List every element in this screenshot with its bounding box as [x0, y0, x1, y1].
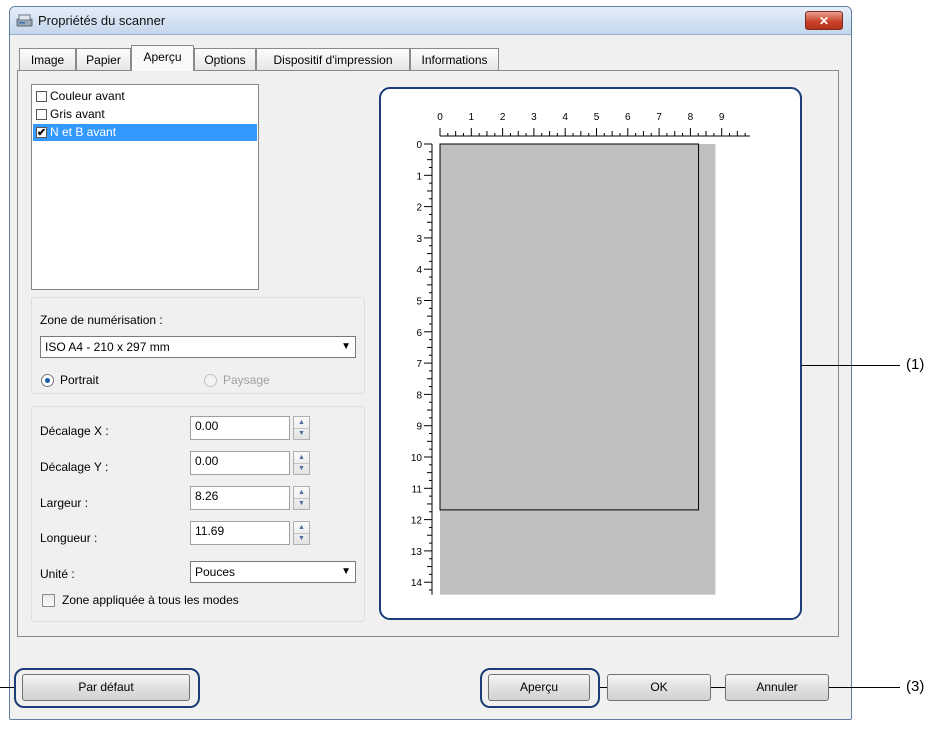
arrow-down-icon: ▼	[298, 535, 305, 542]
v-ruler-label: 4	[416, 265, 422, 276]
width-input[interactable]: 8.26	[190, 486, 290, 510]
scan-mode-list[interactable]: Couleur avant Gris avant ✔ N et B avant	[31, 84, 259, 290]
h-ruler-label: 0	[437, 112, 443, 123]
list-item-n-et-b-avant[interactable]: ✔ N et B avant	[33, 124, 257, 141]
v-ruler-label: 13	[411, 547, 423, 558]
window-title: Propriétés du scanner	[38, 13, 166, 28]
scan-area-group: Zone de numérisation : ISO A4 - 210 x 29…	[31, 297, 365, 394]
offset-x-stepper[interactable]: ▲ ▼	[293, 416, 310, 440]
close-button[interactable]: ✕	[805, 11, 843, 30]
v-ruler-label: 1	[416, 171, 422, 182]
apply-all-checkbox[interactable]	[42, 594, 55, 607]
h-ruler-label: 5	[594, 112, 600, 123]
v-ruler-label: 5	[416, 297, 422, 308]
arrow-down-icon: ▼	[298, 500, 305, 507]
h-ruler-label: 8	[688, 112, 694, 123]
width-stepper[interactable]: ▲ ▼	[293, 486, 310, 510]
offset-y-stepper[interactable]: ▲ ▼	[293, 451, 310, 475]
dropdown-arrow-icon: ▼	[341, 566, 351, 577]
offset-y-input[interactable]: 0.00	[190, 451, 290, 475]
checkbox[interactable]	[36, 109, 47, 120]
h-ruler-label: 7	[656, 112, 662, 123]
tab-dispositif-impression[interactable]: Dispositif d'impression	[256, 48, 410, 70]
v-ruler-label: 14	[411, 578, 423, 589]
paper-area	[440, 144, 716, 595]
offset-y-label: Décalage Y :	[40, 460, 109, 474]
length-stepper[interactable]: ▲ ▼	[293, 521, 310, 545]
checkbox-checked[interactable]: ✔	[36, 127, 47, 139]
tab-image[interactable]: Image	[19, 48, 76, 70]
h-ruler-label: 1	[469, 112, 475, 123]
portrait-label: Portrait	[60, 373, 99, 387]
checkbox[interactable]	[36, 91, 47, 102]
h-ruler-label: 3	[531, 112, 537, 123]
v-ruler-label: 10	[411, 453, 423, 464]
v-ruler-label: 9	[416, 422, 422, 433]
arrow-down-icon: ▼	[298, 465, 305, 472]
preview-area[interactable]: 0123456789 01234567891011121314	[378, 86, 803, 621]
landscape-label: Paysage	[223, 373, 270, 387]
v-ruler-label: 12	[411, 516, 423, 527]
unit-label: Unité :	[40, 567, 75, 581]
scan-area-label: Zone de numérisation :	[40, 313, 163, 327]
scanner-icon	[16, 14, 33, 27]
title-bar: Propriétés du scanner ✕	[10, 7, 851, 35]
v-ruler-label: 7	[416, 359, 422, 370]
arrow-down-icon: ▼	[298, 430, 305, 437]
h-ruler-label: 2	[500, 112, 506, 123]
portrait-radio[interactable]	[41, 374, 54, 387]
callout-1-line	[802, 365, 900, 366]
landscape-radio[interactable]	[204, 374, 217, 387]
callout-3-label: (3)	[906, 678, 925, 695]
callout-1-label: (1)	[906, 356, 925, 373]
ok-button[interactable]: OK	[607, 674, 711, 701]
v-ruler-label: 3	[416, 234, 422, 245]
tab-papier[interactable]: Papier	[76, 48, 131, 70]
width-label: Largeur :	[40, 496, 89, 510]
list-item-couleur-avant[interactable]: Couleur avant	[33, 88, 257, 105]
v-ruler-label: 8	[416, 390, 422, 401]
offsets-group: Décalage X : 0.00 ▲ ▼ Décalage Y : 0.00 ▲…	[31, 406, 365, 622]
length-input[interactable]: 11.69	[190, 521, 290, 545]
check-icon: ✔	[37, 127, 47, 139]
scan-area-dropdown[interactable]: ISO A4 - 210 x 297 mm ▼	[40, 336, 356, 358]
cancel-button[interactable]: Annuler	[725, 674, 829, 701]
h-ruler-label: 6	[625, 112, 631, 123]
default-button[interactable]: Par défaut	[22, 674, 190, 701]
length-label: Longueur :	[40, 531, 98, 545]
dropdown-arrow-icon: ▼	[341, 341, 351, 352]
v-ruler-label: 0	[416, 140, 422, 151]
callout-2-line	[0, 687, 14, 688]
v-ruler-label: 11	[412, 484, 423, 495]
offset-x-input[interactable]: 0.00	[190, 416, 290, 440]
offset-x-label: Décalage X :	[40, 424, 109, 438]
tab-apercu[interactable]: Aperçu	[131, 45, 194, 71]
v-ruler-label: 2	[416, 203, 422, 214]
h-ruler-label: 4	[562, 112, 568, 123]
v-ruler-label: 6	[416, 328, 422, 339]
list-item-gris-avant[interactable]: Gris avant	[33, 106, 257, 123]
tab-informations[interactable]: Informations	[410, 48, 499, 70]
h-ruler-label: 9	[719, 112, 725, 123]
unit-dropdown[interactable]: Pouces ▼	[190, 561, 356, 583]
preview-button[interactable]: Aperçu	[488, 674, 590, 701]
apply-all-label: Zone appliquée à tous les modes	[62, 593, 239, 607]
tab-options[interactable]: Options	[194, 48, 256, 70]
